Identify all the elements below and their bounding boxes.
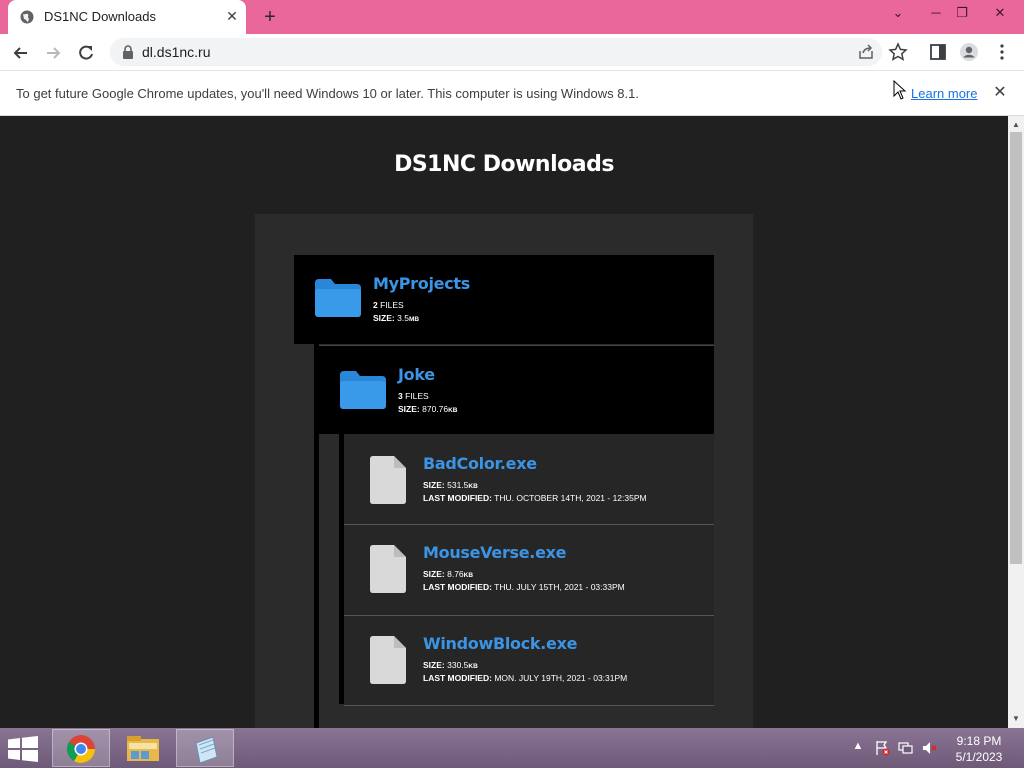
clock-date: 5/1/2023 [955,750,1003,764]
browser-toolbar: dl.ds1nc.ru [0,34,1024,71]
file-modified: LAST MODIFIED: THU. JULY 15TH, 2021 - 03… [423,582,625,592]
tab-search-chevron-icon[interactable]: ⌄ [886,2,910,24]
windows-taskbar: ▲ 9:18 PM 5/1/2023 [0,728,1024,768]
url-text[interactable]: dl.ds1nc.ru [142,44,210,60]
tab-strip: DS1NC Downloads ✕ + ⌄ ─ ❐ ✕ [0,0,1024,34]
star-icon[interactable] [888,42,908,62]
page-title: DS1NC Downloads [394,152,614,177]
forward-icon[interactable] [42,42,64,64]
file-modified: LAST MODIFIED: MON. JULY 19TH, 2021 - 03… [423,673,628,683]
taskbar-chrome[interactable] [52,729,110,767]
share-icon[interactable] [856,42,876,62]
folder-files-count: 2 FILES [373,300,404,310]
file-row-windowblock[interactable]: WindowBlock.exe SIZE: 330.5KB LAST MODIF… [344,616,714,706]
page-scrollbar[interactable]: ▲ ▼ [1008,116,1024,728]
new-tab-button[interactable]: + [258,6,282,28]
action-center-flag-icon[interactable] [874,740,890,756]
file-size: SIZE: 531.5KB [423,480,478,490]
address-bar[interactable]: dl.ds1nc.ru [110,38,882,66]
next-row-partial [319,706,714,728]
file-size: SIZE: 330.5KB [423,660,478,670]
browser-tab[interactable]: DS1NC Downloads ✕ [8,0,246,34]
clock-time: 9:18 PM [956,734,1002,748]
scroll-down-icon[interactable]: ▼ [1012,714,1020,723]
folder-files-count: 3 FILES [398,391,429,401]
infobar-close-icon[interactable]: ✕ [990,83,1010,103]
file-name[interactable]: BadColor.exe [423,454,537,473]
file-explorer-icon [127,736,159,761]
file-row-mouseverse[interactable]: MouseVerse.exe SIZE: 8.76KB LAST MODIFIE… [344,525,714,616]
volume-muted-icon[interactable] [922,740,938,756]
reload-icon[interactable] [75,42,97,64]
folder-icon [315,279,361,317]
infobar-message: To get future Google Chrome updates, you… [16,86,639,101]
profile-icon[interactable] [959,42,979,62]
folder-size: SIZE: 3.5MB [373,313,420,323]
update-infobar: To get future Google Chrome updates, you… [0,71,1024,116]
globe-favicon-icon [20,10,34,24]
folder-size: SIZE: 870.76KB [398,404,458,414]
tab-title: DS1NC Downloads [44,9,156,24]
file-row-badcolor[interactable]: BadColor.exe SIZE: 531.5KB LAST MODIFIED… [344,434,714,525]
folder-icon [340,371,386,409]
window-close-button[interactable]: ✕ [988,2,1012,24]
scrollbar-thumb[interactable] [1010,132,1022,564]
tab-close-icon[interactable]: ✕ [224,8,240,24]
minimize-button[interactable]: ─ [924,2,948,24]
mouse-cursor-icon [893,80,907,100]
lock-icon[interactable] [122,45,134,59]
file-icon [370,636,406,684]
file-size: SIZE: 8.76KB [423,569,474,579]
page-content: DS1NC Downloads MyProjects 2 FILES SIZE:… [0,116,1008,728]
folder-row-joke[interactable]: Joke 3 FILES SIZE: 870.76KB [319,345,714,434]
notepad-icon [195,736,218,764]
downloads-card: MyProjects 2 FILES SIZE: 3.5MB Joke 3 FI… [255,214,753,728]
folder-name[interactable]: MyProjects [373,274,470,293]
restore-button[interactable]: ❐ [950,2,974,24]
file-name[interactable]: MouseVerse.exe [423,543,567,562]
chrome-icon [67,735,95,763]
menu-icon[interactable] [992,42,1012,62]
sidepanel-icon[interactable] [928,42,948,62]
file-icon [370,456,406,504]
tray-overflow-icon[interactable]: ▲ [850,740,866,756]
back-icon[interactable] [10,42,32,64]
system-clock[interactable]: 9:18 PM 5/1/2023 [948,733,1010,765]
windows-start-icon[interactable] [8,736,38,762]
learn-more-link[interactable]: Learn more [911,86,977,101]
taskbar-notepad[interactable] [176,729,234,767]
scroll-up-icon[interactable]: ▲ [1012,120,1020,129]
folder-row-myprojects[interactable]: MyProjects 2 FILES SIZE: 3.5MB [294,255,714,344]
network-icon[interactable] [898,740,914,756]
file-icon [370,545,406,593]
file-name[interactable]: WindowBlock.exe [423,634,577,653]
taskbar-file-explorer[interactable] [114,729,172,767]
folder-name[interactable]: Joke [398,365,435,384]
file-modified: LAST MODIFIED: THU. OCTOBER 14TH, 2021 -… [423,493,647,503]
